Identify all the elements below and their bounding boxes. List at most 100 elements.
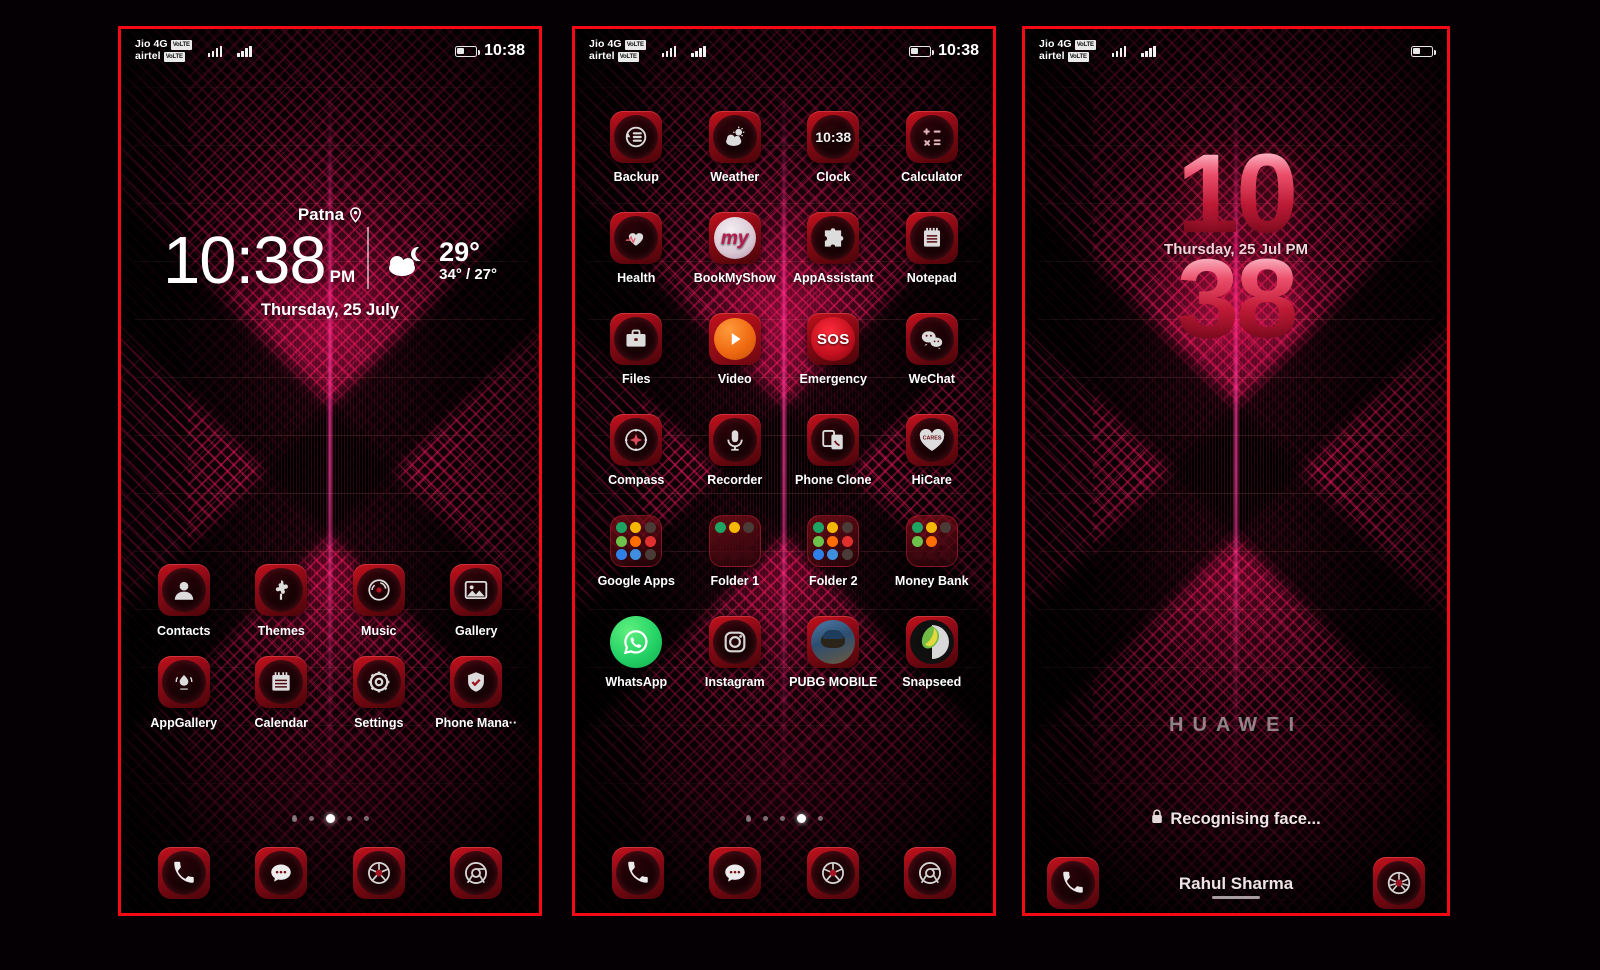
app-item[interactable]: Health — [587, 212, 686, 285]
location-pin-icon — [349, 207, 362, 223]
app-item[interactable]: Google Apps — [587, 515, 686, 588]
app-item[interactable]: Themes — [233, 564, 331, 638]
dock-item[interactable] — [352, 847, 405, 899]
folder-mini-icon — [714, 535, 726, 547]
svg-text:CARES: CARES — [922, 436, 941, 442]
page-dot[interactable] — [817, 816, 823, 821]
app-item[interactable]: Video — [686, 313, 785, 386]
app-label: Emergency — [799, 372, 867, 386]
page-dot[interactable] — [308, 816, 314, 821]
folder-mini-icon — [630, 549, 642, 560]
contacts-icon — [157, 564, 210, 616]
folder-mini-icon — [714, 522, 726, 533]
apps-page-indicator[interactable] — [575, 814, 993, 823]
app-item[interactable]: 10:38 Clock — [784, 111, 883, 184]
folder-mini-icon — [714, 549, 726, 560]
app-item[interactable]: Folder 1 — [686, 515, 785, 588]
app-label: Phone Mana·· — [435, 716, 518, 730]
app-item[interactable]: Files — [587, 313, 686, 386]
app-item[interactable]: Gallery — [428, 564, 526, 638]
page-dot[interactable] — [762, 816, 768, 821]
app-item[interactable]: PUBG MOBILE — [784, 616, 883, 689]
home-page-indicator[interactable] — [121, 814, 539, 823]
dock-item[interactable] — [450, 847, 503, 899]
phone-icon — [157, 847, 210, 899]
app-label: Clock — [816, 170, 851, 184]
app-item[interactable]: SOS Emergency — [784, 313, 883, 386]
camera-shutter-icon — [1373, 857, 1425, 909]
dock-item[interactable] — [255, 847, 308, 899]
dock-item[interactable] — [709, 847, 762, 899]
folder-mini-icon — [616, 549, 628, 560]
app-item[interactable]: Phone Mana·· — [428, 656, 526, 730]
app-item[interactable]: Snapseed — [883, 616, 982, 689]
app-item[interactable]: Phone Clone — [784, 414, 883, 487]
folder-mini-icon — [841, 522, 853, 533]
app-item[interactable]: Folder 2 — [784, 515, 883, 588]
app-item[interactable]: Backup — [587, 111, 686, 184]
app-item[interactable]: Instagram — [686, 616, 785, 689]
weather-sun-cloud-icon — [708, 111, 761, 163]
app-item[interactable]: Compass — [587, 414, 686, 487]
page-dot[interactable] — [325, 814, 335, 823]
app-item[interactable]: WeChat — [883, 313, 982, 386]
app-item[interactable]: CARES HiCare — [883, 414, 982, 487]
weather-temperature: 29° — [439, 236, 480, 267]
dock-item[interactable] — [611, 847, 664, 899]
moon-cloud-icon — [385, 244, 431, 278]
page-dot-home[interactable] — [291, 815, 297, 822]
carrier-info: Jio 4G VoLTE airtel VoLTE — [135, 38, 192, 63]
puzzle-icon — [807, 212, 860, 264]
wechat-icon — [905, 313, 958, 365]
phone-clone-icon — [807, 414, 860, 466]
folder-mini-icon — [940, 535, 952, 547]
page-dot[interactable] — [363, 816, 369, 821]
app-item[interactable]: Recorder — [686, 414, 785, 487]
app-label: Health — [617, 271, 656, 285]
page-dot-home[interactable] — [745, 815, 751, 822]
clock-weather-widget[interactable]: Patna 10:38 PM 29° 34° / 27° Thursday, 2… — [121, 205, 539, 320]
app-item[interactable]: Notepad — [883, 212, 982, 285]
app-item[interactable]: Settings — [330, 656, 428, 730]
dock-item[interactable] — [904, 847, 957, 899]
page-dot[interactable] — [779, 816, 785, 821]
app-item[interactable]: Contacts — [135, 564, 233, 638]
app-label: Calendar — [254, 716, 309, 730]
app-item[interactable]: Calculator — [883, 111, 982, 184]
app-item[interactable]: Money Bank — [883, 515, 982, 588]
app-label: PUBG MOBILE — [789, 675, 878, 689]
volte-badge-2: VoLTE — [1067, 51, 1089, 62]
app-label: Contacts — [157, 624, 211, 638]
app-item[interactable]: Weather — [686, 111, 785, 184]
page-dot[interactable] — [346, 816, 352, 821]
app-item[interactable]: my BookMyShow — [686, 212, 785, 285]
app-grid: Backup Weather 10:38 Clock Calculator He… — [575, 111, 993, 689]
huawei-brand-logo: HUAWEI — [1169, 714, 1303, 736]
app-item[interactable]: AppAssistant — [784, 212, 883, 285]
lock-minute: 38 — [1025, 242, 1447, 353]
app-item[interactable]: WhatsApp — [587, 616, 686, 689]
status-bar: Jio 4G VoLTE airtel VoLTE 10:38 — [575, 29, 993, 73]
settings-gear-icon — [352, 656, 405, 708]
folder-mini-icon — [827, 549, 839, 560]
app-item[interactable]: Calendar — [233, 656, 331, 730]
app-item[interactable]: AppGallery — [135, 656, 233, 730]
lock-phone-shortcut[interactable] — [1047, 857, 1099, 909]
volte-badge-2: VoLTE — [163, 51, 185, 62]
dock-item[interactable] — [806, 847, 859, 899]
folder-mini-icon — [644, 549, 656, 560]
page-dot[interactable] — [796, 814, 806, 823]
app-label: Recorder — [707, 473, 763, 487]
folder-icon — [708, 515, 761, 567]
folder-mini-icon — [630, 522, 642, 533]
status-bar-time: 10:38 — [938, 42, 979, 59]
carrier-info: Jio 4G VoLTE airtel VoLTE — [589, 38, 646, 63]
signal-strength-icons — [660, 45, 706, 57]
folder-mini-icon — [841, 535, 853, 547]
app-label: AppGallery — [150, 716, 218, 730]
camera-shutter-icon — [352, 847, 405, 899]
app-label: Compass — [608, 473, 665, 487]
dock-item[interactable] — [157, 847, 210, 899]
lock-camera-shortcut[interactable] — [1373, 857, 1425, 909]
app-item[interactable]: Music — [330, 564, 428, 638]
